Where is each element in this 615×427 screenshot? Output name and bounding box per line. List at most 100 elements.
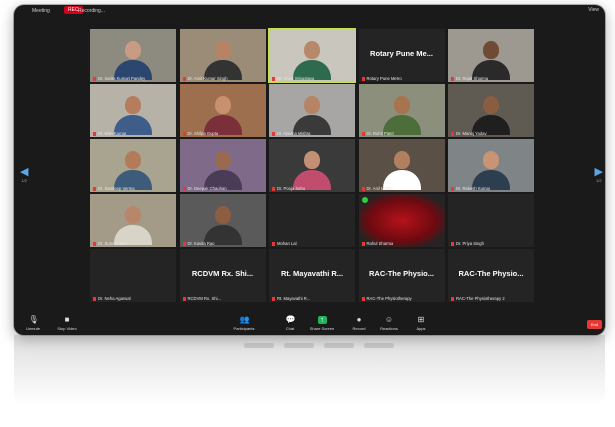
muted-mic-icon: [361, 241, 365, 246]
participant-tile[interactable]: Dr. Kavita Rao: [179, 194, 266, 247]
participant-tile[interactable]: Dr. Deepak Chauhan: [179, 139, 266, 192]
screen-reflection: [14, 335, 605, 405]
apps-icon: ⊞: [417, 315, 425, 324]
participant-tile[interactable]: Rahul Sharma: [358, 194, 445, 247]
participant-name-label: Rahul Sharma: [361, 241, 393, 246]
participant-figure: [304, 96, 320, 114]
participant-name-label: Dr. Anil Mehta: [361, 186, 393, 191]
mute-button[interactable]: 🎙 Unmute: [20, 315, 46, 332]
participant-tile[interactable]: Dr. Sarita Kumari Pandey: [90, 29, 176, 82]
muted-mic-icon: [361, 296, 365, 301]
chevron-left-icon: ◀: [20, 166, 29, 178]
muted-mic-icon: [361, 76, 365, 81]
share-screen-button[interactable]: ↑ Share Screen: [309, 316, 335, 332]
participant-name-label: Dr. Sarita Kumari Pandey: [93, 76, 145, 81]
view-button[interactable]: View: [588, 7, 599, 13]
participant-figure: [125, 41, 141, 59]
participant-name-label: Dr. Deepak Chauhan: [182, 186, 227, 191]
participant-name-label: Dr. Aparna Mishra: [272, 131, 311, 136]
participants-icon: 👥: [239, 315, 250, 324]
participant-tile[interactable]: Rotary Pune Me... Rotary Pune Metro: [358, 29, 445, 82]
participant-figure: [483, 96, 499, 114]
participant-name-label: Dr. Suresh Jain: [93, 241, 127, 246]
muted-mic-icon: [451, 241, 454, 246]
participant-tile[interactable]: Dr. Nitin Kumar: [90, 84, 176, 137]
prev-page-button[interactable]: ◀ 1/2: [20, 165, 28, 183]
participant-name-label: Mohan Lal: [272, 241, 297, 246]
participant-tile[interactable]: RAC-The Physio... RAC-The Physiotherapy: [358, 249, 445, 302]
participant-tile[interactable]: Dr. Vivek Srivastava: [268, 28, 356, 83]
top-bar: Meeting REC Recording... View: [14, 5, 605, 17]
participant-figure: [214, 41, 231, 59]
chat-button[interactable]: 💬 Chat: [277, 316, 303, 332]
record-icon: ●: [356, 315, 362, 324]
participant-tile[interactable]: Dr. Sandeep Verma: [90, 139, 176, 192]
participant-display-name: RCDVM Rx. Shi...: [191, 269, 254, 278]
participant-tile[interactable]: Dr. Neha Agarwal: [90, 249, 176, 302]
muted-mic-icon: [182, 296, 186, 301]
participant-tile[interactable]: Rt. Mayavathi R... Rt. Mayavathi R...: [269, 249, 355, 302]
participant-figure: [393, 96, 410, 114]
video-feed: [358, 194, 445, 247]
chevron-right-icon: ▶: [594, 166, 603, 178]
meeting-info[interactable]: Meeting: [32, 8, 50, 14]
participant-tile[interactable]: Dr. Shilpa Gupta: [179, 84, 266, 137]
participant-figure: [125, 96, 141, 114]
reactions-button[interactable]: ☺ Reactions: [376, 315, 402, 332]
speaking-indicator-icon: [361, 197, 368, 203]
muted-mic-icon: [93, 131, 96, 136]
muted-mic-icon: [93, 76, 96, 81]
page-indicator: 1/2: [21, 178, 28, 183]
muted-mic-icon: [361, 131, 365, 136]
muted-mic-icon: [182, 241, 186, 246]
zoom-window: Meeting REC Recording... View ◀ 1/2 ▶ 1/…: [14, 5, 605, 335]
muted-mic-icon: [361, 186, 365, 191]
muted-mic-icon: [272, 131, 275, 136]
participant-tile[interactable]: Dr. Rakesh Kumar: [448, 139, 534, 192]
camera-icon: ■: [64, 315, 70, 324]
muted-mic-icon: [182, 131, 186, 136]
participant-tile[interactable]: Dr. Pooja Sahu: [269, 139, 355, 192]
participant-name-label: RAC-The Physiotherapy: [361, 296, 412, 301]
participant-figure: [125, 206, 141, 224]
share-screen-icon: ↑: [317, 316, 327, 324]
participant-tile[interactable]: Dr. Suresh Jain: [90, 194, 176, 247]
participant-display-name: RAC-The Physio...: [458, 269, 524, 278]
meeting-toolbar: 🎙 Unmute ■ Stop Video 👥 Participants 💬 C…: [14, 313, 605, 335]
participant-name-label: RAC-The Physiotherapy 2: [451, 296, 505, 301]
participant-name-label: Dr. Shilpa Gupta: [182, 131, 218, 136]
muted-mic-icon: [272, 186, 275, 191]
participant-tile[interactable]: RCDVM Rx. Shi... RCDVM Rx. Shi...: [179, 249, 266, 302]
participant-tile[interactable]: Dr. Anil Mehta: [358, 139, 445, 192]
page-indicator: 1/2: [595, 178, 602, 183]
participants-button[interactable]: 👥 Participants: [231, 315, 257, 332]
participant-name-label: Dr. Pooja Sahu: [272, 186, 305, 191]
participant-tile[interactable]: Dr. Rajat Sharma: [448, 29, 534, 82]
participant-display-name: RAC-The Physio...: [368, 269, 434, 278]
participant-tile[interactable]: Dr. Rohit Patel: [358, 84, 445, 137]
mic-icon: 🎙: [28, 315, 39, 324]
apps-button[interactable]: ⊞ Apps: [408, 315, 434, 332]
video-button[interactable]: ■ Stop Video: [54, 315, 80, 332]
reactions-icon: ☺: [384, 315, 394, 324]
participant-name-label: Dr. Priya Singh: [451, 241, 484, 246]
participant-tile[interactable]: Dr. Manoj Yadav: [448, 84, 534, 137]
participant-tile[interactable]: Dr. Priya Singh: [448, 194, 534, 247]
end-meeting-button[interactable]: End: [586, 320, 602, 329]
participant-display-name: Rotary Pune Me...: [370, 49, 433, 58]
participant-name-label: Dr. Vivek Srivastava: [272, 76, 314, 81]
participant-name-label: Dr. Sandeep Verma: [93, 186, 135, 191]
participant-tile[interactable]: Dr. Aparna Mishra: [269, 84, 355, 137]
participant-tile[interactable]: Mohan Lal: [269, 194, 355, 247]
participant-name-label: Dr. Rohit Patel: [361, 131, 394, 136]
muted-mic-icon: [93, 241, 96, 246]
participant-figure: [483, 151, 499, 169]
muted-mic-icon: [451, 186, 454, 191]
participant-display-name: Rt. Mayavathi R...: [280, 269, 344, 278]
participant-tile[interactable]: RAC-The Physio... RAC-The Physiotherapy 2: [448, 249, 534, 302]
record-button[interactable]: ● Record: [346, 315, 372, 332]
participant-tile[interactable]: Dr. Amit Kumar Singh: [179, 29, 266, 82]
next-page-button[interactable]: ▶ 1/2: [595, 165, 603, 183]
participant-name-label: Dr. Rajat Sharma: [451, 76, 488, 81]
participant-figure: [214, 206, 231, 224]
